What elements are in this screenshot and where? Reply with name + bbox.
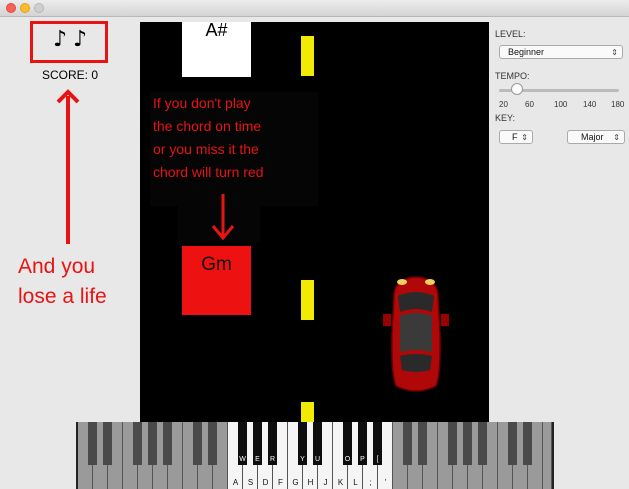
arrow-down-icon bbox=[211, 194, 235, 241]
piano-black-key[interactable] bbox=[463, 422, 472, 465]
level-select[interactable]: Beginner ⇕ bbox=[499, 45, 623, 59]
chevron-updown-icon: ⇕ bbox=[521, 133, 528, 142]
annotation-line: or you miss it the bbox=[153, 141, 259, 157]
lane-marker bbox=[301, 280, 314, 320]
score-label: SCORE: 0 bbox=[41, 68, 98, 82]
key-label-s: S bbox=[247, 478, 254, 487]
annotation-line: If you don't play bbox=[153, 95, 251, 111]
chord-block-upcoming: A# bbox=[182, 22, 251, 77]
lane-marker bbox=[301, 36, 314, 76]
piano-black-key[interactable] bbox=[208, 422, 217, 465]
tempo-tick: 60 bbox=[525, 100, 534, 109]
key-mode-select[interactable]: Major ⇕ bbox=[567, 130, 625, 144]
missed-chord-annotation: If you don't play the chord on time or y… bbox=[150, 92, 318, 206]
lose-life-annotation: And you lose a life bbox=[18, 255, 107, 308]
chord-label: Gm bbox=[201, 254, 232, 275]
key-label-semicolon: ; bbox=[369, 478, 372, 487]
piano-white-key[interactable] bbox=[543, 422, 552, 489]
key-label-p: P bbox=[360, 456, 365, 463]
piano-black-key[interactable] bbox=[103, 422, 112, 465]
tempo-tick: 140 bbox=[583, 100, 597, 109]
key-label-y: Y bbox=[300, 456, 305, 463]
key-label-j: J bbox=[323, 478, 328, 487]
lives-box: ♪ ♪ bbox=[30, 21, 108, 63]
piano-black-key[interactable] bbox=[148, 422, 157, 465]
life-note-icon: ♪ bbox=[73, 27, 88, 52]
key-label-r: R bbox=[269, 456, 276, 463]
key-label-h: H bbox=[307, 478, 314, 487]
key-label-e: E bbox=[255, 456, 260, 463]
tempo-slider-thumb[interactable] bbox=[511, 83, 523, 95]
life-note-icon: ♪ bbox=[53, 27, 68, 52]
chord-block-missed: Gm bbox=[182, 246, 251, 315]
piano-keyboard: A S D F G H J K L ; ' W E R Y U O P [ bbox=[76, 422, 554, 489]
tempo-tick: 20 bbox=[499, 100, 508, 109]
key-mode-value: Major bbox=[581, 132, 604, 142]
level-value: Beginner bbox=[508, 47, 545, 57]
piano-black-key[interactable] bbox=[448, 422, 457, 465]
chevron-updown-icon: ⇕ bbox=[613, 133, 620, 142]
tempo-tick: 100 bbox=[554, 100, 568, 109]
minimize-window-button[interactable] bbox=[20, 3, 30, 13]
chevron-updown-icon: ⇕ bbox=[611, 48, 618, 57]
key-label-w: W bbox=[239, 456, 246, 463]
key-label-l: L bbox=[353, 478, 358, 487]
chord-label: A# bbox=[205, 22, 228, 40]
key-label-g: G bbox=[292, 478, 299, 487]
key-label-quote: ' bbox=[384, 478, 387, 487]
key-label-u: U bbox=[314, 456, 321, 463]
key-label-d: D bbox=[262, 478, 269, 487]
key-label-k: K bbox=[337, 478, 344, 487]
key-note-select[interactable]: F ⇕ bbox=[499, 130, 533, 144]
game-road: A# If you don't play the chord on time o… bbox=[140, 22, 489, 422]
key-label: KEY: bbox=[495, 113, 516, 123]
annotation-line: the chord on time bbox=[153, 118, 262, 134]
piano-black-key[interactable] bbox=[523, 422, 532, 465]
key-label-a: A bbox=[232, 478, 239, 487]
key-label-bracket: [ bbox=[376, 456, 379, 463]
close-window-button[interactable] bbox=[6, 3, 16, 13]
key-label-f: F bbox=[278, 478, 283, 487]
key-label-o: O bbox=[344, 456, 351, 463]
player-car-icon bbox=[383, 276, 449, 392]
piano-black-key[interactable] bbox=[403, 422, 412, 465]
piano-black-key[interactable] bbox=[508, 422, 517, 465]
zoom-window-button[interactable] bbox=[34, 3, 44, 13]
piano-black-key[interactable] bbox=[193, 422, 202, 465]
annotation-line: chord will turn red bbox=[153, 164, 264, 180]
annotation-arrow-shaft bbox=[66, 96, 70, 244]
piano-black-key[interactable] bbox=[478, 422, 487, 465]
piano-black-key[interactable] bbox=[163, 422, 172, 465]
piano-black-key[interactable] bbox=[418, 422, 427, 465]
window-titlebar bbox=[0, 0, 629, 17]
piano-black-key[interactable] bbox=[133, 422, 142, 465]
piano-black-key[interactable] bbox=[88, 422, 97, 465]
level-label: LEVEL: bbox=[495, 29, 526, 39]
tempo-label: TEMPO: bbox=[495, 71, 530, 81]
tempo-tick: 180 bbox=[611, 100, 625, 109]
lane-marker bbox=[301, 402, 314, 422]
key-note-value: F bbox=[512, 132, 518, 142]
